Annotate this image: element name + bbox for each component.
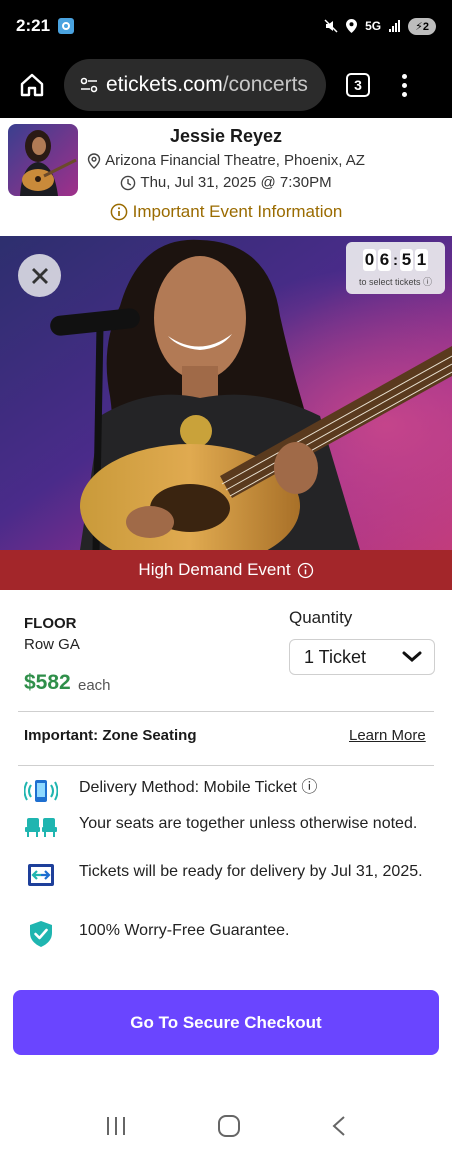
timer-digits: 0 6 : 5 1: [346, 249, 445, 271]
more-menu-icon[interactable]: [394, 73, 414, 97]
delivery-method-text: Delivery Method: Mobile Ticket: [79, 779, 297, 796]
secure-checkout-button[interactable]: Go To Secure Checkout: [13, 990, 439, 1055]
event-thumbnail: [8, 124, 78, 196]
timer-colon: :: [393, 251, 398, 269]
signal-icon: [389, 20, 401, 32]
network-type: 5G: [365, 19, 382, 33]
system-nav-bar: [0, 1094, 452, 1158]
divider: [18, 765, 434, 766]
ticket-zone: FLOOR: [24, 615, 77, 632]
ticket-row: Row GA: [24, 636, 80, 653]
ticket-delivery-icon: [24, 860, 58, 890]
ticket-price: $582: [24, 671, 71, 694]
url-path: /concerts: [222, 73, 308, 96]
delivery-date-text: Tickets will be ready for delivery by Ju…: [79, 863, 423, 880]
event-header: Jessie Reyez Arizona Financial Theatre, …: [0, 118, 452, 236]
site-settings-icon[interactable]: [80, 77, 98, 93]
event-details: Jessie Reyez Arizona Financial Theatre, …: [80, 118, 372, 191]
countdown-timer: 0 6 : 5 1 to select tickets ⓘ: [346, 242, 445, 294]
learn-more-link[interactable]: Learn More: [349, 727, 426, 744]
notification-app-icon: [58, 18, 75, 34]
close-button[interactable]: [18, 254, 61, 297]
event-venue: Arizona Financial Theatre, Phoenix, AZ: [105, 152, 365, 169]
mute-icon: [324, 19, 338, 33]
seats-together-text: Your seats are together unless otherwise…: [79, 815, 418, 832]
tab-switcher-button[interactable]: 3: [346, 73, 370, 97]
event-datetime: Thu, Jul 31, 2025 @ 7:30PM: [140, 174, 332, 191]
timer-digit: 1: [415, 249, 428, 271]
status-time: 2:21: [16, 16, 51, 35]
event-venue-row: Arizona Financial Theatre, Phoenix, AZ: [80, 152, 372, 169]
recent-apps-icon[interactable]: [105, 1116, 127, 1136]
feature-text: Delivery Method: Mobile Ticket ⓘ: [79, 776, 317, 800]
price-unit: each: [78, 677, 111, 694]
feature-seats-together: Your seats are together unless otherwise…: [24, 812, 424, 842]
clock-icon: [121, 175, 136, 190]
back-icon[interactable]: [331, 1115, 347, 1137]
divider: [18, 711, 434, 712]
url-text: etickets.com/concerts: [106, 73, 308, 97]
important-info-text: Important Event Information: [132, 202, 343, 221]
feature-delivery-method: Delivery Method: Mobile Ticket ⓘ: [24, 776, 424, 806]
close-icon: [31, 267, 48, 284]
quantity-value: 1 Ticket: [304, 646, 367, 667]
location-pin-icon: [87, 152, 101, 169]
home-button[interactable]: [12, 65, 52, 105]
event-artist: Jessie Reyez: [169, 126, 283, 146]
timer-digit: 5: [400, 249, 413, 271]
home-nav-icon[interactable]: [217, 1114, 241, 1138]
info-icon[interactable]: ⓘ: [301, 779, 317, 796]
feature-guarantee: 100% Worry-Free Guarantee.: [24, 919, 424, 949]
timer-info-icon[interactable]: ⓘ: [423, 277, 432, 287]
battery-level: 2: [422, 20, 429, 33]
timer-label-text: to select tickets: [358, 277, 421, 287]
quantity-label: Quantity: [289, 608, 353, 627]
address-bar[interactable]: etickets.com/concerts: [64, 59, 326, 111]
tab-count: 3: [354, 77, 362, 93]
feature-delivery-date: Tickets will be ready for delivery by Ju…: [24, 860, 424, 890]
quantity-select[interactable]: 1 Ticket: [289, 639, 435, 675]
event-hero-image: 0 6 : 5 1 to select tickets ⓘ: [0, 236, 452, 550]
browser-toolbar: etickets.com/concerts 3: [0, 52, 452, 118]
mobile-ticket-icon: [24, 776, 58, 806]
guarantee-shield-icon: [24, 919, 58, 949]
guarantee-text: 100% Worry-Free Guarantee.: [79, 922, 290, 939]
timer-digit: 0: [363, 249, 376, 271]
location-icon: [346, 19, 358, 33]
timer-digit: 6: [378, 249, 391, 271]
info-icon[interactable]: [297, 562, 314, 579]
status-bar: 2:21 5G ⚡2: [0, 0, 452, 52]
info-icon: [110, 203, 127, 221]
zone-seating-notice: Important: Zone Seating: [24, 727, 197, 744]
url-host: etickets.com: [106, 73, 223, 96]
high-demand-text: High Demand Event: [138, 560, 291, 579]
status-indicators: 5G ⚡2: [324, 17, 436, 35]
event-date-row: Thu, Jul 31, 2025 @ 7:30PM: [80, 174, 372, 191]
timer-label: to select tickets ⓘ: [346, 275, 445, 288]
chevron-down-icon: [402, 651, 422, 662]
important-event-info-link[interactable]: Important Event Information: [0, 202, 452, 222]
seats-together-icon: [24, 812, 58, 842]
high-demand-banner: High Demand Event: [0, 550, 452, 590]
home-icon: [20, 73, 44, 97]
battery-icon: ⚡2: [408, 17, 436, 35]
